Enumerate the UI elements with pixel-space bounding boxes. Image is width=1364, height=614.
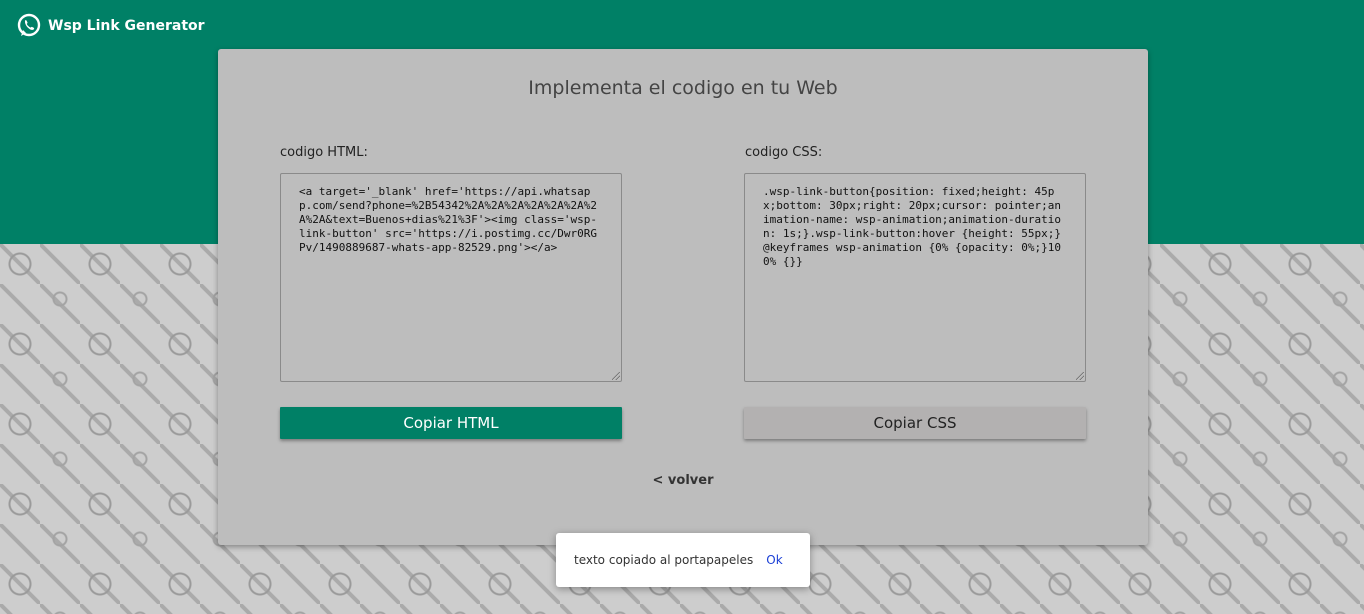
toast-message: texto copiado al portapapeles — [574, 553, 754, 567]
card-title: Implementa el codigo en tu Web — [528, 77, 838, 99]
copy-html-button[interactable]: Copiar HTML — [280, 407, 622, 439]
html-resize-grip[interactable] — [612, 372, 620, 380]
html-code-label: codigo HTML: — [280, 145, 368, 160]
copy-css-button[interactable]: Copiar CSS — [744, 407, 1086, 439]
css-resize-grip[interactable] — [1076, 372, 1084, 380]
app-title: Wsp Link Generator — [48, 18, 205, 34]
whatsapp-icon — [16, 13, 42, 39]
html-code-textarea[interactable]: <a target='_blank' href='https://api.wha… — [280, 173, 622, 382]
back-link[interactable]: < volver — [218, 473, 1148, 488]
toast-ok-button[interactable]: Ok — [766, 553, 782, 567]
code-card: Implementa el codigo en tu Web codigo HT… — [218, 49, 1148, 545]
css-code-textarea[interactable]: .wsp-link-button{position: fixed;height:… — [744, 173, 1086, 382]
copied-toast: texto copiado al portapapeles Ok — [556, 533, 810, 587]
app-brand[interactable]: Wsp Link Generator — [16, 12, 205, 40]
css-code-label: codigo CSS: — [745, 145, 823, 160]
